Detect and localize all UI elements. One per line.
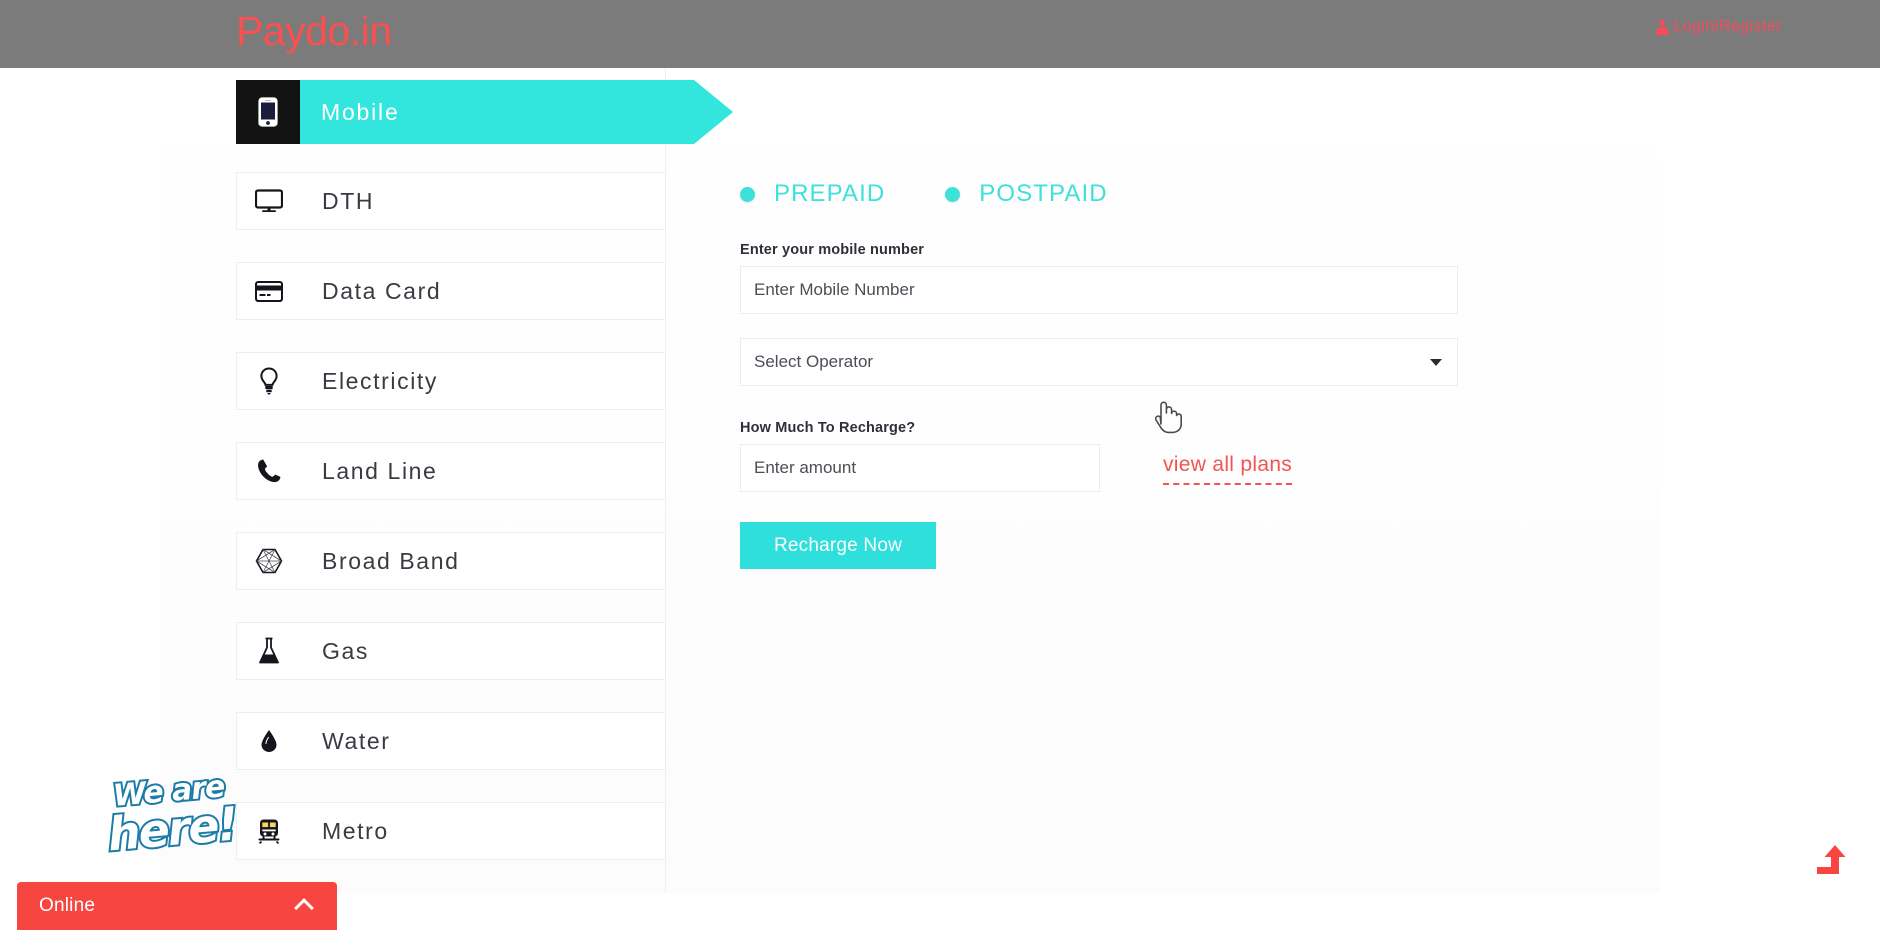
radio-prepaid-label: PREPAID (774, 180, 886, 207)
sidebar-item-electricity[interactable]: Electricity (236, 352, 666, 410)
flask-icon (237, 623, 301, 679)
water-drop-icon (237, 713, 301, 769)
page-root: Paydo.in Login/Register Mobile DTH Data … (0, 0, 1880, 930)
user-icon (1655, 19, 1669, 35)
sidebar-item-mobile[interactable]: Mobile (236, 80, 733, 144)
chevron-down-icon (1430, 359, 1442, 366)
radio-prepaid[interactable]: PREPAID (740, 180, 885, 208)
sidebar-item-broad-band[interactable]: Broad Band (236, 532, 666, 590)
sidebar-item-label: Metro (322, 817, 389, 844)
scroll-to-top-button[interactable] (1810, 842, 1852, 884)
tv-monitor-icon (237, 173, 301, 229)
we-are-here-badge: We are here! (82, 767, 260, 866)
chevron-up-icon[interactable] (294, 898, 314, 918)
live-chat-bar[interactable]: Online (17, 882, 337, 930)
sidebar-item-metro[interactable]: Metro (236, 802, 666, 860)
amount-row: view all plans (740, 444, 1500, 492)
chat-status-label: Online (39, 895, 96, 916)
sidebar-item-label: Data Card (322, 277, 442, 304)
mobile-number-input[interactable] (740, 266, 1458, 314)
sidebar-item-data-card[interactable]: Data Card (236, 262, 666, 320)
site-logo[interactable]: Paydo.in (236, 8, 392, 55)
radio-postpaid[interactable]: POSTPAID (945, 180, 1107, 208)
sidebar-item-label: DTH (322, 187, 375, 214)
sidebar-item-dth[interactable]: DTH (236, 172, 666, 230)
recharge-form: PREPAID POSTPAID Enter your mobile numbe… (740, 68, 1500, 569)
sidebar-item-label: Broad Band (322, 547, 460, 574)
sidebar-item-label: Gas (322, 637, 369, 664)
credit-card-icon (237, 263, 301, 319)
view-all-plans-link[interactable]: view all plans (1163, 453, 1293, 485)
recharge-now-button[interactable]: Recharge Now (740, 522, 936, 569)
amount-input[interactable] (740, 444, 1100, 492)
mobile-phone-icon (236, 80, 300, 144)
operator-select-value: Select Operator (754, 352, 874, 371)
mobile-number-label: Enter your mobile number (740, 242, 925, 258)
login-register-label: Login/Register (1673, 18, 1782, 35)
sidebar-item-label: Mobile (321, 98, 400, 125)
sidebar-item-label: Water (322, 727, 391, 754)
badge-line-2: here! (103, 794, 240, 863)
hexagon-mesh-icon (237, 533, 301, 589)
phone-handset-icon (237, 443, 301, 499)
radio-dot-icon (740, 186, 755, 202)
sidebar-item-water[interactable]: Water (236, 712, 666, 770)
amount-label: How Much To Recharge? (740, 420, 916, 436)
plan-type-group: PREPAID POSTPAID (740, 180, 1500, 208)
operator-select-wrap: Select Operator (740, 338, 1458, 386)
active-arrow-tip (694, 80, 733, 144)
sidebar-item-label: Land Line (322, 457, 438, 484)
radio-postpaid-label: POSTPAID (979, 180, 1108, 207)
sidebar-item-land-line[interactable]: Land Line (236, 442, 666, 500)
radio-dot-icon (945, 186, 961, 202)
operator-select[interactable]: Select Operator (740, 338, 1458, 386)
lightbulb-icon (237, 353, 301, 409)
sidebar-item-label: Electricity (322, 367, 439, 394)
sidebar-item-gas[interactable]: Gas (236, 622, 666, 680)
service-sidebar: Mobile DTH Data Card Electricity Land Li… (236, 80, 733, 892)
site-header: Paydo.in Login/Register (0, 0, 1880, 68)
login-register-link[interactable]: Login/Register (1655, 18, 1782, 36)
